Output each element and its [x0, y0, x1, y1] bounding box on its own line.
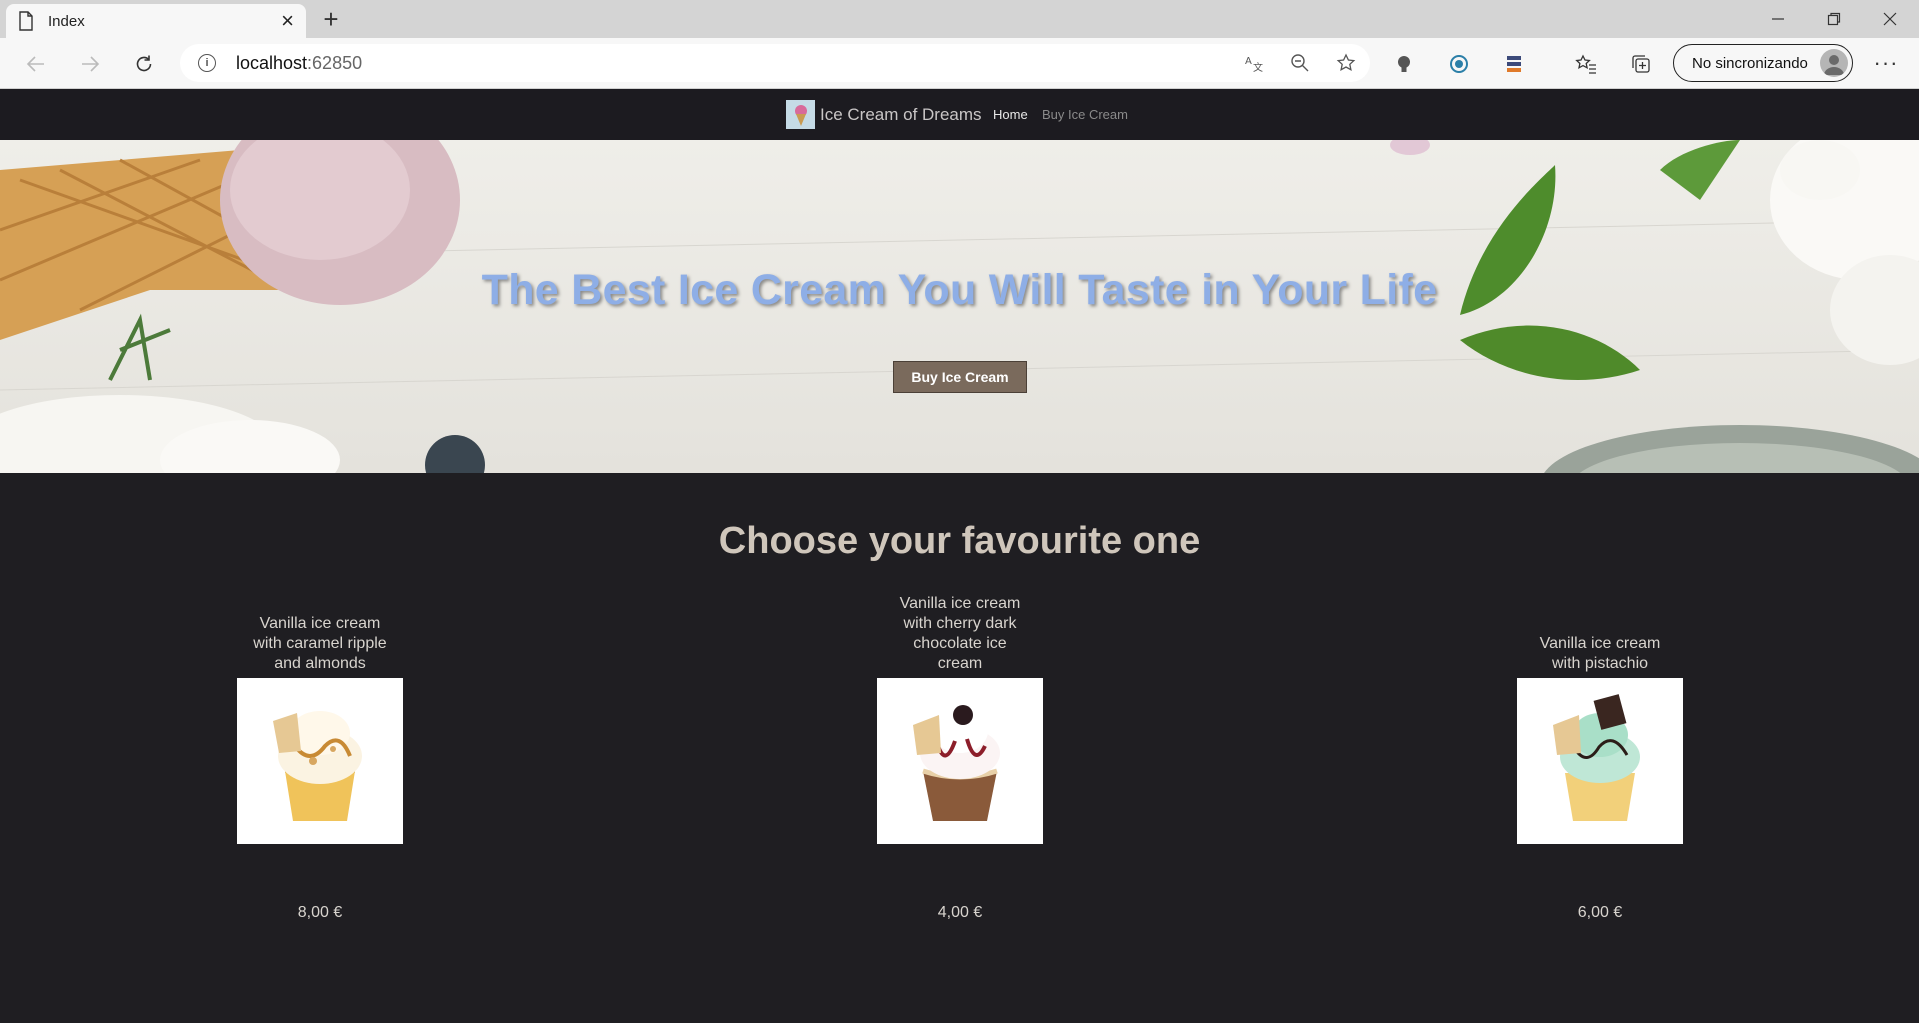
- product-card[interactable]: Vanilla ice cream with pistachio 6,00 €: [1480, 612, 1720, 922]
- product-image-cherry[interactable]: [877, 678, 1043, 844]
- close-tab-icon[interactable]: ×: [281, 10, 294, 32]
- extension-bulb-icon[interactable]: [1392, 52, 1416, 76]
- product-price: 4,00 €: [937, 904, 983, 921]
- extension-stack-icon[interactable]: [1502, 52, 1526, 76]
- section-title: Choose your favourite one: [718, 520, 1201, 562]
- tab-title: Index: [48, 12, 85, 30]
- browser-tab[interactable]: Index ×: [6, 4, 306, 38]
- minimize-icon[interactable]: [1750, 2, 1806, 36]
- favorites-icon[interactable]: [1574, 52, 1598, 76]
- back-icon[interactable]: [20, 48, 52, 80]
- browser-tab-bar: Index × +: [0, 0, 1919, 38]
- brand-name: Ice Cream of Dreams: [820, 104, 982, 124]
- product-image-caramel[interactable]: [237, 678, 403, 844]
- product-price: 8,00 €: [297, 904, 343, 921]
- brand-logo-icon: [786, 100, 815, 129]
- product-image-pistachio[interactable]: [1517, 678, 1683, 844]
- product-name: Vanilla ice cream with pistachio: [1539, 635, 1661, 672]
- hero-banner: The Best Ice Cream You Will Taste in You…: [0, 140, 1919, 473]
- profile-avatar-icon: [1820, 49, 1848, 77]
- nav-home-link[interactable]: Home: [993, 107, 1028, 122]
- extension-record-icon[interactable]: [1447, 52, 1471, 76]
- profile-sync-button[interactable]: No sincronizando: [1673, 44, 1853, 82]
- restore-icon[interactable]: [1806, 2, 1862, 36]
- product-price: 6,00 €: [1577, 904, 1623, 921]
- document-icon: [19, 11, 33, 31]
- svg-text:文: 文: [1253, 61, 1263, 73]
- brand-link[interactable]: Ice Cream of Dreams: [786, 100, 982, 129]
- address-bar[interactable]: i localhost :62850 A文: [180, 44, 1370, 82]
- url-port: :62850: [307, 52, 363, 73]
- zoom-out-icon[interactable]: [1290, 53, 1310, 73]
- hero-title: The Best Ice Cream You Will Taste in You…: [481, 266, 1438, 314]
- collections-icon[interactable]: [1629, 52, 1653, 76]
- product-name: Vanilla ice cream with caramel ripple an…: [253, 615, 387, 672]
- browser-toolbar: i localhost :62850 A文 No sincronizando ·…: [0, 38, 1919, 89]
- url-host: localhost: [236, 52, 308, 73]
- product-card[interactable]: Vanilla ice cream with cherry dark choco…: [840, 595, 1080, 922]
- translate-icon[interactable]: A文: [1244, 53, 1264, 73]
- product-name: Vanilla ice cream with cherry dark choco…: [899, 595, 1021, 672]
- new-tab-icon[interactable]: +: [316, 4, 346, 34]
- sync-label: No sincronizando: [1692, 54, 1808, 72]
- buy-ice-cream-button[interactable]: Buy Ice Cream: [893, 361, 1027, 393]
- close-window-icon[interactable]: [1862, 2, 1918, 36]
- more-menu-icon[interactable]: ···: [1870, 50, 1902, 78]
- site-navbar: Ice Cream of Dreams Home Buy Ice Cream: [0, 89, 1919, 140]
- nav-buy-link[interactable]: Buy Ice Cream: [1042, 107, 1128, 122]
- refresh-icon[interactable]: [128, 48, 160, 80]
- favorite-star-icon[interactable]: [1336, 53, 1356, 73]
- svg-text:A: A: [1245, 56, 1252, 67]
- forward-icon[interactable]: [74, 48, 106, 80]
- info-icon[interactable]: i: [198, 54, 216, 72]
- product-card[interactable]: Vanilla ice cream with caramel ripple an…: [200, 612, 440, 922]
